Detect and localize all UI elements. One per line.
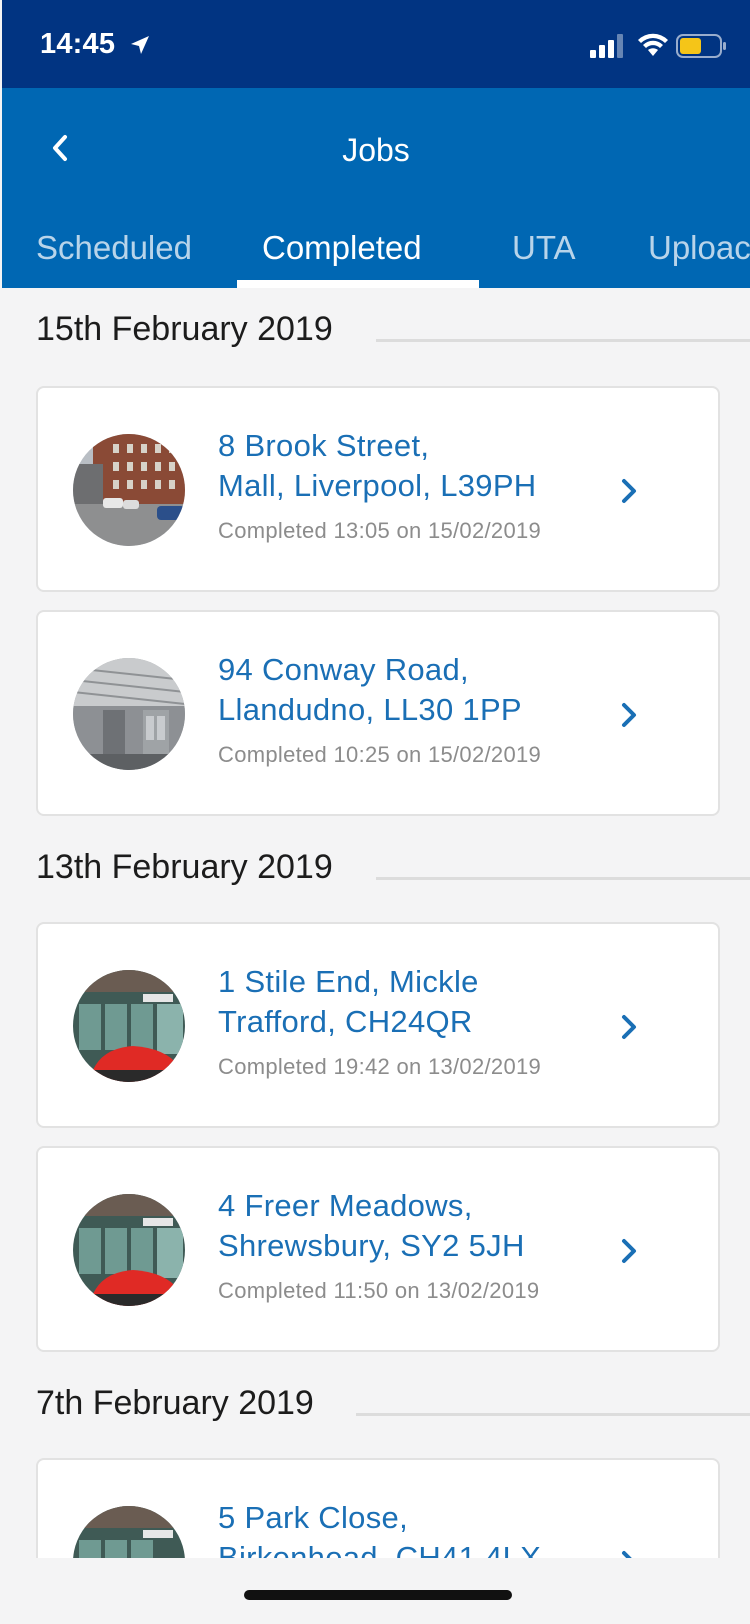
address-line-1: 1 Stile End, Mickle <box>218 964 479 999</box>
job-completed-time: Completed 19:42 on 13/02/2019 <box>218 1054 542 1079</box>
job-address: 1 Stile End, Mickle Trafford, CH24QR <box>218 962 638 1042</box>
job-completed-time: Completed 13:05 on 15/02/2019 <box>218 518 542 543</box>
address-line-2: Shrewsbury, SY2 5JH <box>218 1228 525 1263</box>
section-divider <box>376 877 750 880</box>
job-card[interactable]: 5 Park Close, Birkenhead, CH41 4LX <box>36 1458 720 1558</box>
job-thumbnail <box>73 434 185 546</box>
job-address: 8 Brook Street, Mall, Liverpool, L39PH <box>218 426 638 506</box>
section-header: 13th February 2019 <box>2 826 750 914</box>
section-date: 15th February 2019 <box>36 310 333 348</box>
chevron-right-icon <box>622 479 636 503</box>
job-thumbnail <box>73 1194 185 1306</box>
active-tab-indicator <box>237 280 479 288</box>
job-thumbnail <box>73 1506 185 1558</box>
address-line-2: Birkenhead, CH41 4LX <box>218 1540 542 1558</box>
job-thumbnail <box>73 658 185 770</box>
tab-uta[interactable]: UTA <box>512 208 576 288</box>
tab-bar: Scheduled Completed UTA Uploac <box>2 208 750 288</box>
section-header: 15th February 2019 <box>2 288 750 376</box>
tab-uploaded[interactable]: Uploac <box>648 208 750 288</box>
status-bar: 14:45 <box>2 0 750 88</box>
address-line-1: 94 Conway Road, <box>218 652 469 687</box>
section-date: 7th February 2019 <box>36 1384 314 1422</box>
cellular-signal-icon <box>590 34 623 58</box>
home-indicator-area <box>2 1558 750 1624</box>
app-screen: 14:45 Jobs Scheduled Completed UTA Uploa… <box>2 0 750 1624</box>
job-completed-time: Completed 10:25 on 15/02/2019 <box>218 742 542 767</box>
address-line-2: Llandudno, LL30 1PP <box>218 692 522 727</box>
battery-icon <box>676 34 726 58</box>
section-divider <box>376 339 750 342</box>
home-indicator[interactable] <box>244 1590 512 1600</box>
section-header: 7th February 2019 <box>2 1362 750 1450</box>
status-time: 14:45 <box>40 28 116 60</box>
job-thumbnail <box>73 970 185 1082</box>
job-completed-time: Completed 11:50 on 13/02/2019 <box>218 1278 540 1303</box>
job-address: 4 Freer Meadows, Shrewsbury, SY2 5JH <box>218 1186 638 1266</box>
address-line-1: 4 Freer Meadows, <box>218 1188 473 1223</box>
section-date: 13th February 2019 <box>36 848 333 886</box>
job-address: 5 Park Close, Birkenhead, CH41 4LX <box>218 1498 638 1558</box>
job-card[interactable]: 8 Brook Street, Mall, Liverpool, L39PH C… <box>36 386 720 592</box>
address-line-2: Trafford, CH24QR <box>218 1004 473 1039</box>
job-card[interactable]: 94 Conway Road, Llandudno, LL30 1PP Comp… <box>36 610 720 816</box>
page-title: Jobs <box>342 132 410 168</box>
location-arrow-icon <box>131 36 149 54</box>
chevron-right-icon <box>622 1239 636 1263</box>
tab-completed[interactable]: Completed <box>262 208 422 288</box>
chevron-right-icon <box>622 703 636 727</box>
chevron-right-icon <box>622 1551 632 1558</box>
wifi-icon <box>638 33 668 56</box>
tab-scheduled[interactable]: Scheduled <box>36 208 192 288</box>
nav-header: Jobs Scheduled Completed UTA Uploac <box>2 88 750 288</box>
address-line-1: 8 Brook Street, <box>218 428 430 463</box>
jobs-list[interactable]: 15th February 2019 8 Brook Street, Mall,… <box>2 288 750 1558</box>
job-card[interactable]: 1 Stile End, Mickle Trafford, CH24QR Com… <box>36 922 720 1128</box>
job-address: 94 Conway Road, Llandudno, LL30 1PP <box>218 650 638 730</box>
job-card[interactable]: 4 Freer Meadows, Shrewsbury, SY2 5JH Com… <box>36 1146 720 1352</box>
address-line-2: Mall, Liverpool, L39PH <box>218 468 537 503</box>
address-line-1: 5 Park Close, <box>218 1500 408 1535</box>
section-divider <box>356 1413 750 1416</box>
chevron-right-icon <box>622 1015 636 1039</box>
